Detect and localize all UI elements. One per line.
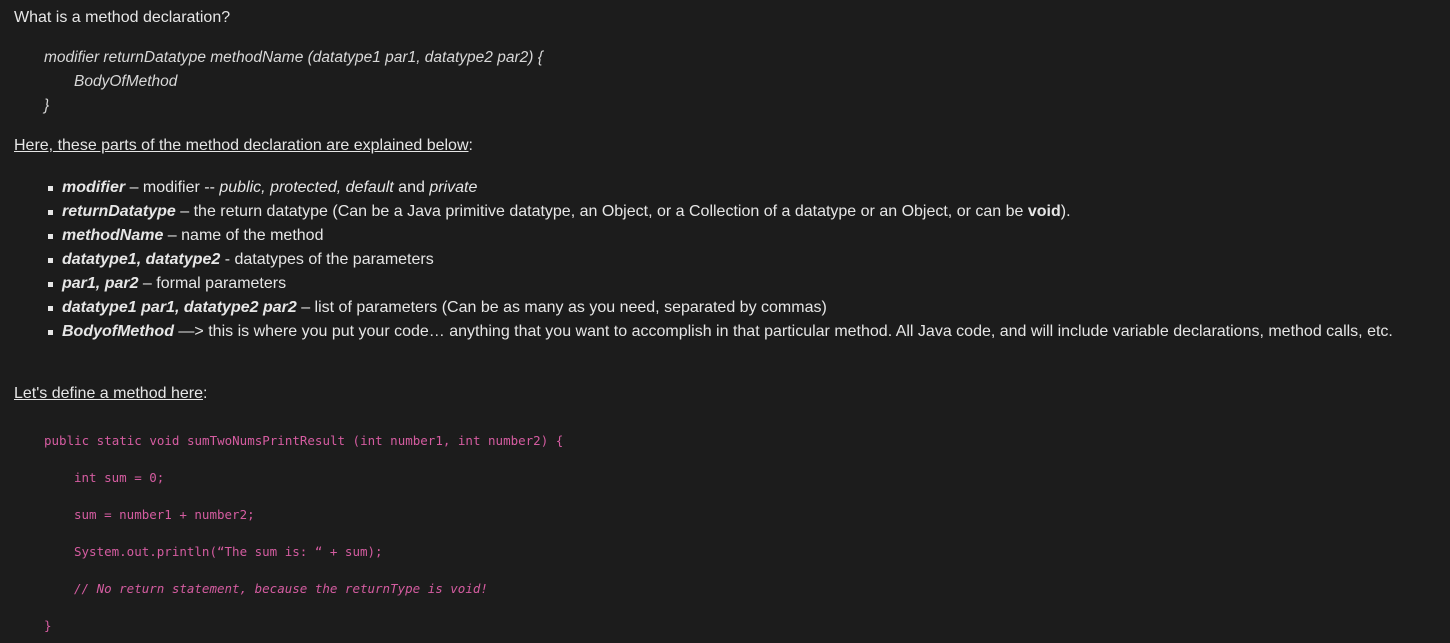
code-comment: // No return statement, because the retu… [74, 581, 488, 596]
question-heading: What is a method declaration? [14, 9, 231, 26]
parts-list: modifier – modifier -- public, protected… [48, 176, 1433, 344]
signature-line-3: } [44, 97, 50, 114]
list-item: par1, par2 – formal parameters [48, 272, 1433, 296]
signature-line-1: modifier returnDatatype methodName (data… [44, 49, 543, 66]
list-item: datatype1, datatype2 - datatypes of the … [48, 248, 1433, 272]
list-item: datatype1 par1, datatype2 par2 – list of… [48, 296, 1433, 320]
code-line-6: } [44, 618, 52, 633]
define-heading: Let's define a method here: [14, 385, 208, 402]
code-line-3: sum = number1 + number2; [74, 507, 255, 522]
document: What is a method declaration? modifier r… [0, 0, 1450, 643]
explain-link[interactable]: Here, these parts of the method declarat… [14, 137, 469, 154]
list-item: BodyofMethod —> this is where you put yo… [48, 320, 1433, 344]
list-item: modifier – modifier -- public, protected… [48, 176, 1433, 200]
signature-line-2: BodyOfMethod [74, 73, 178, 90]
explain-heading: Here, these parts of the method declarat… [14, 137, 473, 154]
list-item: returnDatatype – the return datatype (Ca… [48, 200, 1433, 224]
list-item: methodName – name of the method [48, 224, 1433, 248]
code-line-1: public static void sumTwoNumsPrintResult… [44, 433, 564, 448]
code-line-4: System.out.println(“The sum is: “ + sum)… [74, 544, 383, 559]
define-link[interactable]: Let's define a method here [14, 385, 203, 402]
code-line-2: int sum = 0; [74, 470, 165, 485]
